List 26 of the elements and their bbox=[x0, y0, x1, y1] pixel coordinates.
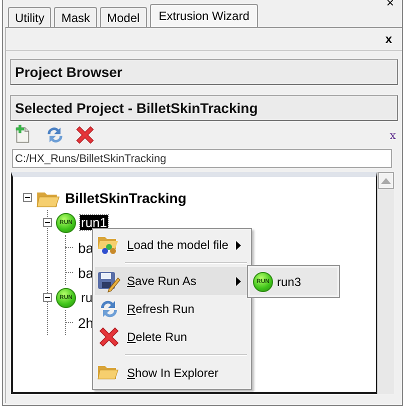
collapse-icon[interactable] bbox=[43, 293, 52, 302]
collapse-icon[interactable] bbox=[43, 218, 52, 227]
tree-item[interactable]: ru bbox=[80, 290, 94, 305]
delete-icon[interactable] bbox=[74, 124, 96, 146]
close-button[interactable]: x bbox=[385, 32, 392, 46]
menu-item[interactable]: Delete Run bbox=[95, 323, 249, 351]
path-field[interactable]: C:/HX_Runs/BilletSkinTracking bbox=[12, 149, 392, 168]
scrollbar[interactable] bbox=[377, 172, 394, 394]
menu-item[interactable]: Refresh Run bbox=[95, 295, 249, 323]
section-header[interactable]: Project Browser bbox=[10, 59, 398, 85]
close-button[interactable]: × bbox=[386, 0, 394, 10]
tab[interactable]: Extrusion Wizard bbox=[150, 4, 258, 27]
close-button[interactable]: x bbox=[390, 128, 396, 142]
tab[interactable]: Utility bbox=[8, 7, 52, 27]
floppy-pencil-icon bbox=[97, 269, 121, 293]
collapse-icon[interactable] bbox=[23, 193, 32, 202]
menu-item[interactable]: Load the model file bbox=[95, 231, 249, 259]
tab[interactable]: Model bbox=[100, 7, 147, 27]
tab[interactable]: Mask bbox=[54, 7, 98, 27]
menu-item[interactable]: Show In Explorer bbox=[95, 359, 249, 387]
delete-icon bbox=[97, 325, 121, 349]
menu-item[interactable]: Save Run As bbox=[95, 267, 249, 295]
tree-item[interactable]: run1 bbox=[80, 215, 108, 230]
tree-item[interactable]: BilletSkinTracking bbox=[64, 190, 188, 206]
up-arrow-icon bbox=[381, 178, 391, 184]
section-header[interactable]: Selected Project - BilletSkinTracking bbox=[10, 95, 398, 121]
